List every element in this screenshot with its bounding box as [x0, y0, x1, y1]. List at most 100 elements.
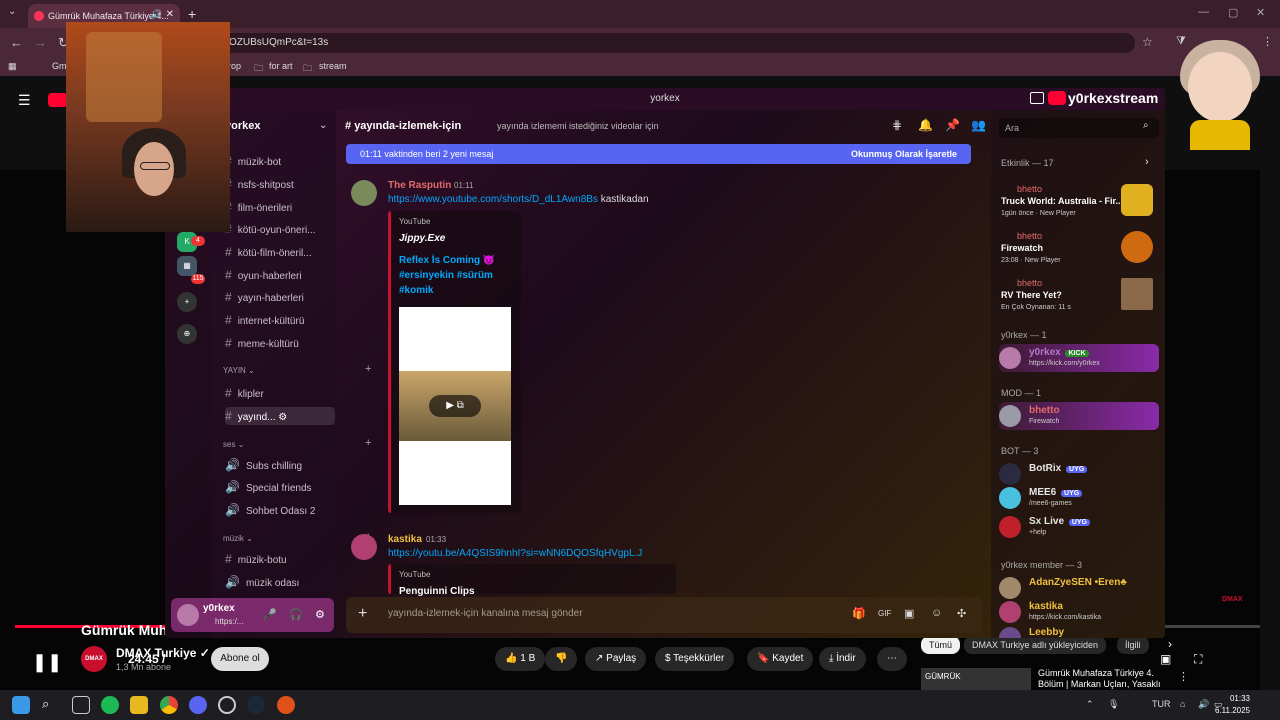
channel-oyun-haberleri[interactable]: # oyun-haberleri	[225, 268, 335, 282]
activity-card[interactable]: bhetto Truck World: Australia - Fir... 1…	[999, 182, 1159, 222]
channel-kotu-oyun[interactable]: #kötü-oyun-öneri...	[225, 222, 335, 236]
tab-list-icon[interactable]: ⌄	[8, 6, 16, 17]
channel-klipler[interactable]: # klipler	[225, 386, 335, 400]
message-author[interactable]: The Rasputin	[388, 180, 451, 191]
apps-icon[interactable]: ✣	[957, 607, 966, 620]
activity-header[interactable]: Etkinlik — 17	[1001, 158, 1054, 168]
member-item[interactable]: Leebby	[999, 624, 1159, 638]
subscribe-button[interactable]: Abone ol	[211, 647, 269, 671]
mic-icon[interactable]: 🎙	[1108, 699, 1119, 710]
add-channel-icon[interactable]: +	[365, 363, 371, 375]
voice-sohbet-odasi[interactable]: 🔊 Sohbet Odası 2	[225, 503, 335, 517]
miniplayer-icon[interactable]: ▣	[1160, 652, 1171, 666]
add-server-icon[interactable]: +	[177, 292, 197, 312]
gift-icon[interactable]: 🎁	[852, 607, 866, 620]
share-button[interactable]: ↗ Paylaş	[585, 647, 647, 671]
channel-muzik-bot[interactable]: #müzik-bot	[225, 154, 335, 168]
chevron-down-icon[interactable]: ⌄	[319, 120, 327, 131]
close-window-icon[interactable]: ✕	[1256, 6, 1265, 19]
tray-chevron-icon[interactable]: ⌃	[1086, 699, 1094, 710]
category-muzik[interactable]: müzik ⌄	[223, 534, 253, 543]
channel-avatar[interactable]: DMAX	[81, 646, 107, 672]
fullscreen-icon[interactable]: ⛶	[1194, 652, 1202, 667]
message-link[interactable]: https://youtu.be/A4QSIS9hnhI?si=wNN6DQOS…	[388, 548, 642, 559]
chip-related[interactable]: İlgili	[1117, 636, 1149, 654]
maximize-icon[interactable]: ▢	[1228, 6, 1238, 19]
message-author[interactable]: kastika	[388, 534, 422, 545]
category-ses[interactable]: ses ⌄	[223, 440, 244, 449]
save-button[interactable]: 🔖 Kaydet	[747, 647, 814, 671]
like-button[interactable]: 👍 1 B	[495, 647, 546, 671]
forward-icon[interactable]: →	[34, 35, 47, 50]
server-group[interactable]: ▦	[177, 256, 197, 276]
more-actions-button[interactable]: ⋯	[877, 647, 907, 671]
search-input[interactable]: Ara	[999, 118, 1159, 138]
members-icon[interactable]: 👥	[971, 118, 986, 132]
emoji-icon[interactable]: ☺	[931, 607, 942, 619]
member-item[interactable]: kastika https://kick.com/kastika	[999, 598, 1159, 626]
threads-icon[interactable]: ⋕	[892, 118, 902, 132]
bell-icon[interactable]: 🔔	[918, 118, 933, 132]
category-yayin[interactable]: YAYIN ⌄	[223, 366, 255, 375]
side-video-thumbnail[interactable]: GÜMRÜK	[921, 668, 1031, 690]
composer-placeholder[interactable]: yayında-izlemek-için kanalına mesaj gönd…	[388, 608, 583, 619]
minimize-icon[interactable]: —	[1198, 6, 1209, 18]
bookmark-gm[interactable]: Gm	[52, 61, 67, 71]
embed-author[interactable]: Jippy.Exe	[399, 233, 445, 244]
gif-icon[interactable]: GIF	[878, 609, 891, 618]
obs-icon[interactable]	[218, 696, 236, 714]
volume-icon[interactable]: 🔊	[1198, 699, 1209, 710]
task-view-icon[interactable]	[72, 696, 90, 714]
attach-plus-icon[interactable]: +	[358, 605, 367, 623]
avatar[interactable]	[177, 604, 199, 626]
pause-icon[interactable]: ❚❚	[32, 652, 62, 673]
new-tab-button[interactable]: +	[188, 6, 196, 22]
mark-read-button[interactable]: Okunmuş Olarak İşaretle	[851, 144, 957, 164]
spotify-icon[interactable]	[101, 696, 119, 714]
activity-card[interactable]: bhetto RV There Yet? En Çok Oynanan: 11 …	[999, 276, 1159, 316]
microphone-icon[interactable]: 🎤	[263, 608, 277, 621]
channel-nsfs-shitpost[interactable]: #nsfs-shitpost	[225, 177, 335, 191]
embed-title[interactable]: Penguinni Clips	[399, 586, 475, 597]
hamburger-menu-icon[interactable]: ☰	[18, 92, 31, 109]
member-item[interactable]: Sx Live UYG +help	[999, 513, 1159, 541]
close-tab-icon[interactable]: ✕	[166, 9, 174, 20]
apps-icon[interactable]: ▦	[8, 61, 17, 72]
channel-yayinda[interactable]: # yayınd... ⚙	[225, 407, 335, 425]
avatar[interactable]	[351, 534, 377, 560]
more-icon[interactable]: ⋮	[1178, 670, 1189, 683]
activity-card[interactable]: bhetto Firewatch 23:08 · New Player	[999, 229, 1159, 269]
bookmark-star-icon[interactable]: ☆	[1142, 35, 1153, 49]
chip-uploader[interactable]: DMAX Turkiye adlı yükleyiciden	[964, 636, 1107, 654]
file-explorer-icon[interactable]	[130, 696, 148, 714]
thanks-button[interactable]: $ Teşekkürler	[655, 647, 735, 671]
channel-name[interactable]: DMAX Turkiye ✓	[116, 646, 210, 660]
headphones-icon[interactable]: 🎧	[289, 608, 303, 621]
start-icon[interactable]	[12, 696, 30, 714]
voice-muzik-odasi[interactable]: 🔊 müzik odası	[225, 575, 335, 589]
network-icon[interactable]: ⌂	[1180, 699, 1185, 709]
speaker-icon[interactable]: 🔊	[151, 9, 162, 20]
side-video-title[interactable]: Gümrük Muhafaza Türkiye 4. Bölüm | Marka…	[1038, 668, 1168, 690]
chevron-right-icon[interactable]: ›	[1145, 156, 1149, 168]
chip-all[interactable]: Tümü	[921, 636, 961, 654]
settings-gear-icon[interactable]: ⚙	[315, 608, 325, 621]
firefox-icon[interactable]	[277, 696, 295, 714]
explore-icon[interactable]: ⊕	[177, 324, 197, 344]
add-channel-icon[interactable]: +	[365, 437, 371, 449]
member-item[interactable]: bhetto Firewatch	[999, 402, 1159, 430]
new-messages-banner[interactable]: 01:11 vaktinden beri 2 yeni mesaj Okunmu…	[346, 144, 971, 164]
member-item[interactable]: y0rkex KICK https://kick.com/y0rkex	[999, 344, 1159, 372]
language-indicator[interactable]: TUR	[1152, 699, 1171, 709]
youtube-logo-icon[interactable]	[48, 93, 68, 107]
download-button[interactable]: ⤓ İndir	[819, 647, 866, 671]
address-bar[interactable]: OZUBsUQmPc&t=13s	[215, 33, 1135, 53]
message-link[interactable]: https://www.youtube.com/shorts/D_dL1Awn8…	[388, 194, 598, 205]
search-icon[interactable]: ⌕	[42, 696, 60, 714]
server-name[interactable]: yorkex	[225, 120, 260, 132]
steam-icon[interactable]	[247, 696, 265, 714]
channel-muzik-botu[interactable]: # müzik-botu	[225, 552, 335, 566]
message-composer[interactable]: + yayında-izlemek-için kanalına mesaj gö…	[346, 597, 983, 633]
dislike-button[interactable]: 👎	[545, 647, 578, 671]
pin-icon[interactable]: 📌	[945, 118, 960, 132]
